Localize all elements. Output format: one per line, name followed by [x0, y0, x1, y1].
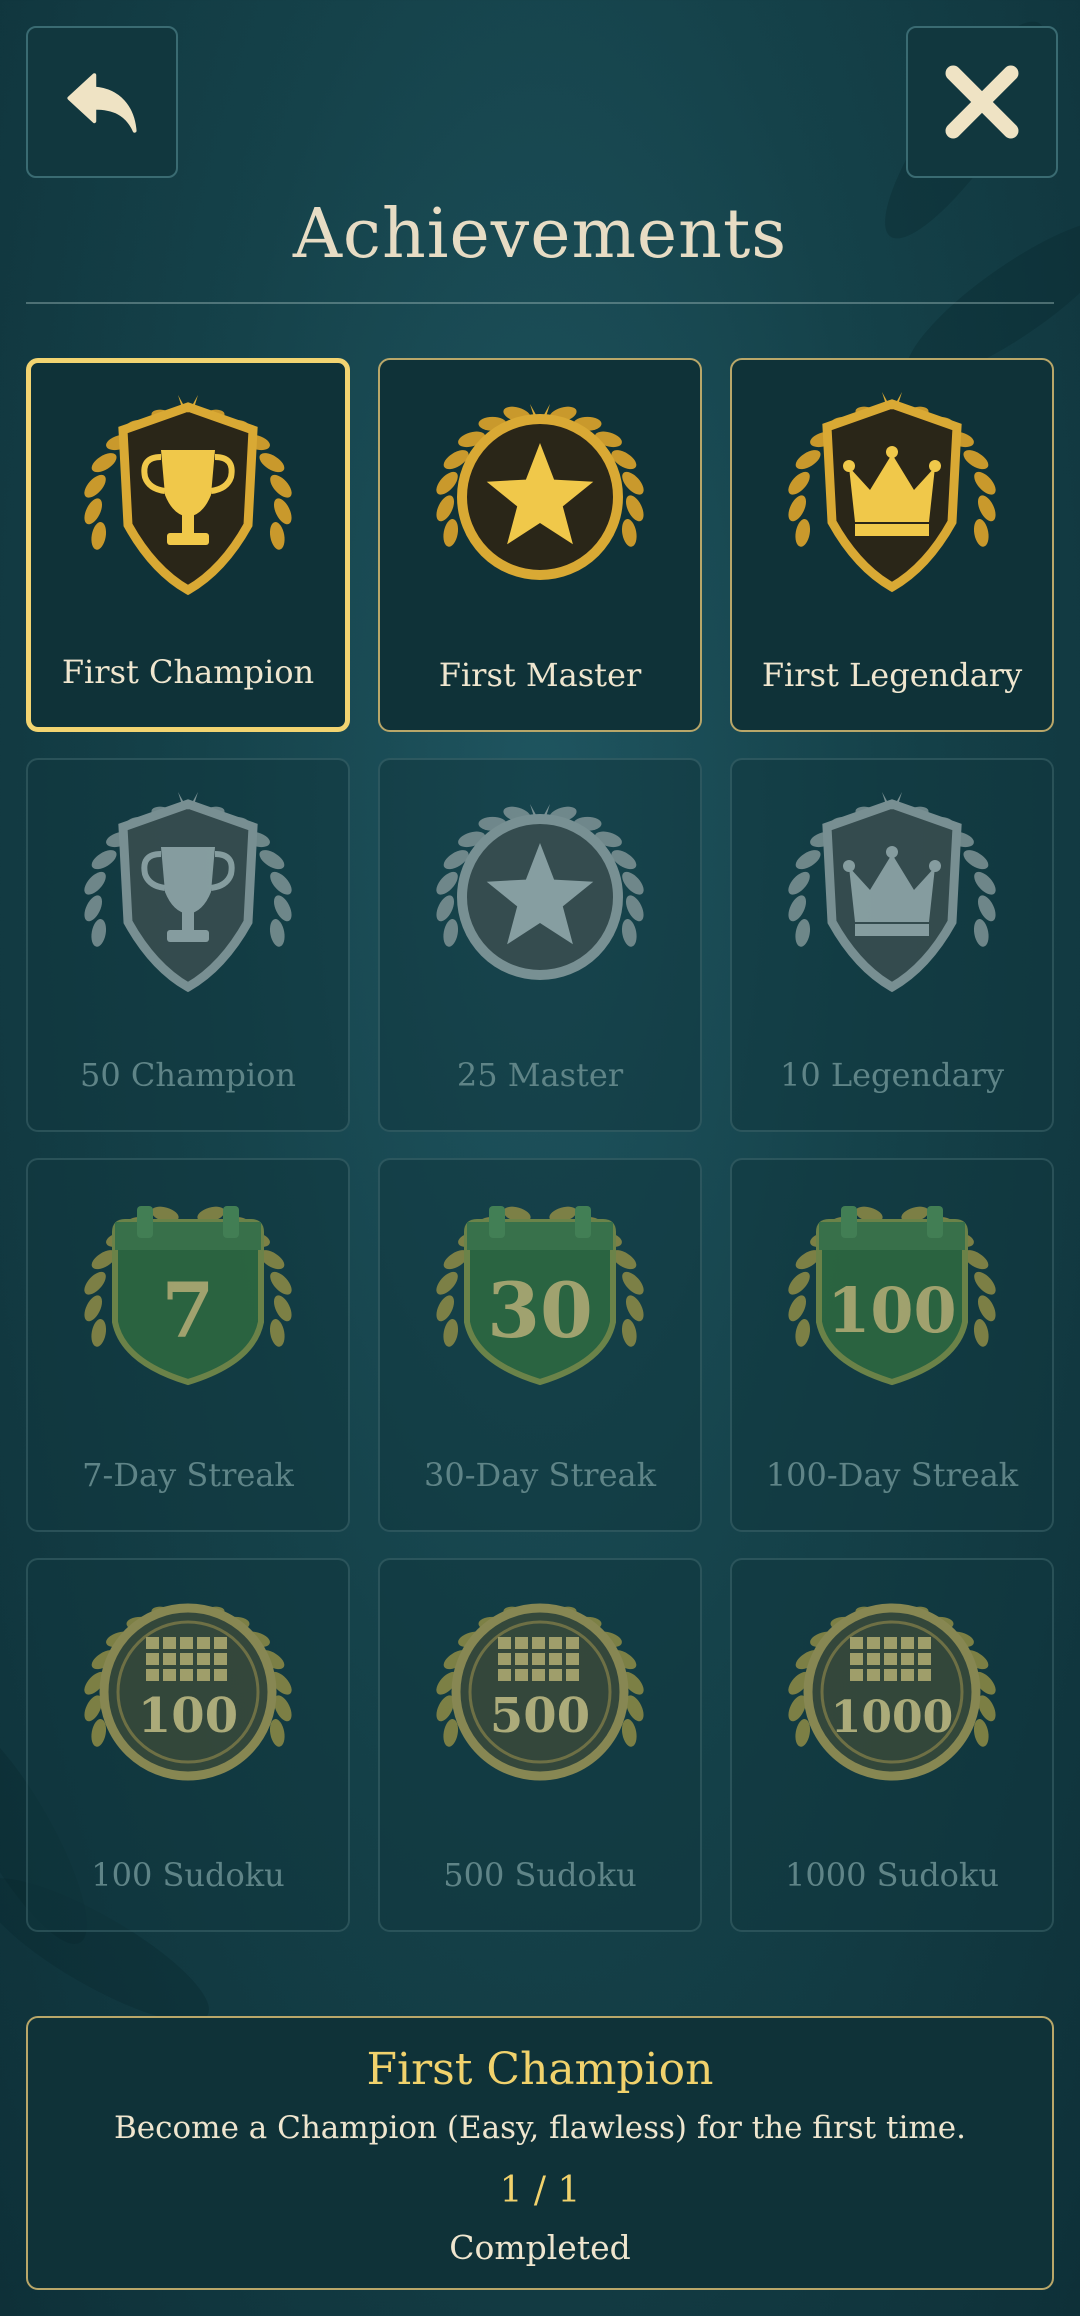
crown-shield-icon — [788, 792, 996, 993]
close-button[interactable] — [906, 26, 1058, 178]
calendar-badge-icon: 100 — [788, 1206, 996, 1386]
achievement-label: 7-Day Streak — [82, 1456, 294, 1494]
achievement-label: 500 Sudoku — [443, 1856, 637, 1894]
svg-text:500: 500 — [490, 1688, 590, 1744]
achievement-card[interactable]: 100 100 Sudoku — [26, 1558, 350, 1932]
achievement-card[interactable]: 500 500 Sudoku — [378, 1558, 702, 1932]
page-title: Achievements — [292, 195, 788, 274]
svg-text:100: 100 — [827, 1274, 956, 1347]
back-arrow-icon — [67, 73, 137, 133]
back-button[interactable] — [26, 26, 178, 178]
achievement-card[interactable]: 30 30-Day Streak — [378, 1158, 702, 1532]
detail-title: First Champion — [366, 2044, 714, 2095]
svg-text:100: 100 — [138, 1688, 238, 1744]
achievement-card[interactable]: 50 Champion — [26, 758, 350, 1132]
achievement-card[interactable]: 10 Legendary — [730, 758, 1054, 1132]
trophy-shield-icon — [84, 792, 292, 993]
achievement-card[interactable]: 100 100-Day Streak — [730, 1158, 1054, 1532]
title-divider — [26, 302, 1054, 304]
achievement-card[interactable]: 25 Master — [378, 758, 702, 1132]
grid-medal-icon: 100 — [84, 1603, 292, 1781]
svg-text:1000: 1000 — [831, 1692, 953, 1743]
star-medal-icon — [436, 404, 644, 580]
detail-status: Completed — [449, 2228, 631, 2267]
achievement-label: 50 Champion — [80, 1056, 296, 1094]
achievement-card[interactable]: First Legendary — [730, 358, 1054, 732]
achievement-label: 100-Day Streak — [765, 1456, 1019, 1494]
achievement-label: 30-Day Streak — [424, 1456, 656, 1494]
achievement-label: First Master — [438, 656, 642, 694]
crown-shield-icon — [788, 392, 996, 593]
star-medal-icon — [436, 804, 644, 980]
calendar-badge-icon: 7 — [84, 1206, 292, 1386]
achievement-label: 100 Sudoku — [91, 1856, 285, 1894]
svg-text:7: 7 — [162, 1266, 215, 1355]
achievement-card[interactable]: First Master — [378, 358, 702, 732]
achievement-label: 10 Legendary — [779, 1056, 1005, 1094]
grid-medal-icon: 500 — [436, 1603, 644, 1781]
calendar-badge-icon: 30 — [436, 1206, 644, 1386]
trophy-shield-icon — [84, 395, 292, 596]
achievement-label: First Champion — [61, 653, 315, 691]
achievement-card[interactable]: 1000 1000 Sudoku — [730, 1558, 1054, 1932]
detail-description: Become a Champion (Easy, flawless) for t… — [114, 2110, 966, 2146]
detail-progress: 1 / 1 — [499, 2170, 581, 2211]
grid-medal-icon: 1000 — [788, 1603, 996, 1781]
achievement-detail-panel: First Champion Become a Champion (Easy, … — [26, 2016, 1054, 2290]
achievement-label: First Legendary — [761, 656, 1023, 694]
close-x-icon — [945, 65, 1019, 139]
achievement-label: 1000 Sudoku — [785, 1856, 999, 1894]
svg-text:30: 30 — [487, 1266, 593, 1355]
achievement-card[interactable]: First Champion — [26, 358, 350, 732]
achievement-card[interactable]: 7 7-Day Streak — [26, 1158, 350, 1532]
achievement-label: 25 Master — [456, 1056, 624, 1094]
